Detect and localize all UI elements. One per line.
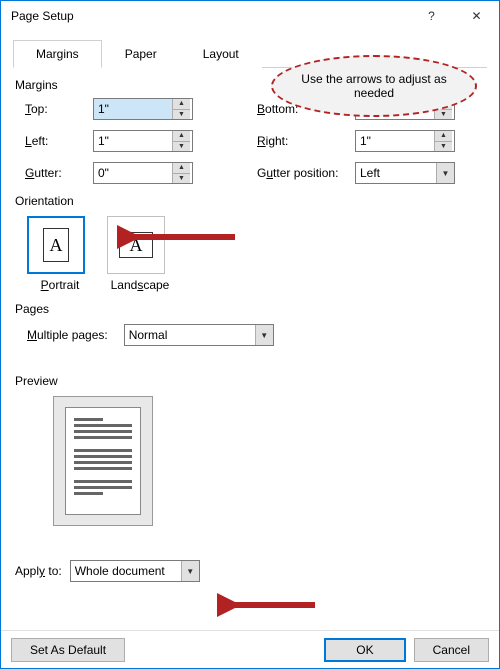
tab-paper[interactable]: Paper [102, 40, 180, 68]
top-spin-up[interactable]: ▲ [173, 99, 190, 110]
right-spin-down[interactable]: ▼ [435, 142, 452, 152]
left-spinbox[interactable]: ▲▼ [93, 130, 193, 152]
annotation-text: Use the arrows to adjust as needed [293, 72, 455, 100]
right-input[interactable] [356, 131, 434, 151]
preview-page-icon [65, 407, 141, 515]
help-button[interactable]: ? [409, 1, 454, 31]
left-label: Left: [25, 134, 85, 148]
gutter-pos-label: Gutter position: [257, 166, 347, 180]
portrait-label: Portrait [27, 278, 93, 292]
page-setup-dialog: Page Setup ? ✕ Use the arrows to adjust … [0, 0, 500, 669]
portrait-icon: A [27, 216, 85, 274]
top-spin-down[interactable]: ▼ [173, 110, 190, 120]
gutter-spin-up[interactable]: ▲ [173, 163, 190, 174]
landscape-label: Landscape [107, 278, 173, 292]
multiple-pages-value: Normal [125, 328, 255, 342]
multiple-pages-row: Multiple pages: Normal ▼ [27, 324, 487, 346]
top-label: Top: [25, 102, 85, 116]
bottom-spin-down[interactable]: ▼ [435, 110, 452, 120]
right-label: Right: [257, 134, 347, 148]
chevron-down-icon: ▼ [436, 163, 454, 183]
gutter-pos-select[interactable]: Left ▼ [355, 162, 455, 184]
window-title: Page Setup [11, 9, 74, 23]
gutter-spin-down[interactable]: ▼ [173, 174, 190, 184]
annotation-callout: Use the arrows to adjust as needed [271, 55, 477, 117]
set-default-button[interactable]: Set As Default [11, 638, 125, 662]
dialog-body: Use the arrows to adjust as needed Margi… [1, 31, 499, 630]
apply-to-row: Apply to: Whole document ▼ [15, 560, 200, 582]
top-input[interactable] [94, 99, 172, 119]
section-preview-label: Preview [15, 374, 487, 388]
apply-to-label: Apply to: [15, 564, 62, 578]
gutter-spinbox[interactable]: ▲▼ [93, 162, 193, 184]
chevron-down-icon: ▼ [181, 561, 199, 581]
multiple-pages-label: Multiple pages: [27, 328, 108, 342]
section-orientation-label: Orientation [15, 194, 487, 208]
multiple-pages-select[interactable]: Normal ▼ [124, 324, 274, 346]
close-icon: ✕ [471, 9, 481, 23]
right-spin-up[interactable]: ▲ [435, 131, 452, 142]
help-icon: ? [428, 9, 435, 23]
dialog-footer: Set As Default OK Cancel [1, 630, 499, 668]
tab-margins[interactable]: Margins [13, 40, 102, 68]
gutter-input[interactable] [94, 163, 172, 183]
orientation-row: A Portrait A Landscape [27, 216, 487, 292]
annotation-arrow-1 [117, 225, 237, 249]
titlebar: Page Setup ? ✕ [1, 1, 499, 31]
cancel-button[interactable]: Cancel [414, 638, 489, 662]
tab-layout[interactable]: Layout [180, 40, 262, 68]
top-spinbox[interactable]: ▲▼ [93, 98, 193, 120]
left-spin-down[interactable]: ▼ [173, 142, 190, 152]
chevron-down-icon: ▼ [255, 325, 273, 345]
left-input[interactable] [94, 131, 172, 151]
ok-button[interactable]: OK [324, 638, 405, 662]
annotation-arrow-2 [217, 593, 317, 617]
gutter-pos-value: Left [356, 166, 436, 180]
gutter-label: Gutter: [25, 166, 85, 180]
left-spin-up[interactable]: ▲ [173, 131, 190, 142]
close-button[interactable]: ✕ [454, 1, 499, 31]
orientation-portrait[interactable]: A Portrait [27, 216, 93, 292]
preview-box [53, 396, 153, 526]
apply-to-value: Whole document [71, 564, 181, 578]
apply-to-select[interactable]: Whole document ▼ [70, 560, 200, 582]
right-spinbox[interactable]: ▲▼ [355, 130, 455, 152]
section-pages-label: Pages [15, 302, 487, 316]
